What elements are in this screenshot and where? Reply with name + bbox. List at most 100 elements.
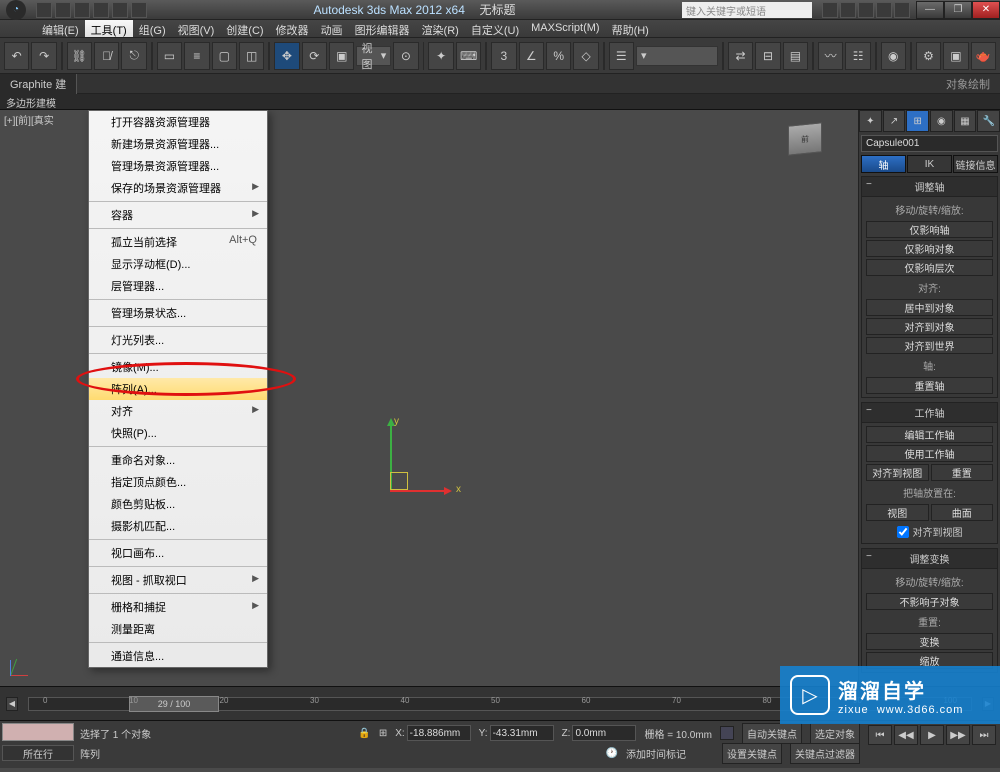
menu-tools[interactable]: 工具(T) [85,20,133,37]
subtab-linkinfo[interactable]: 链接信息 [953,155,998,173]
mi-layer-manager[interactable]: 层管理器... [89,275,267,297]
autokey-button[interactable]: 自动关键点 [742,723,802,744]
schematic-icon[interactable]: ☷ [845,42,870,70]
setkey-button[interactable]: 设置关键点 [722,743,782,764]
mi-viewport-canvas[interactable]: 视口画布... [89,542,267,564]
manipulate-icon[interactable]: ✦ [428,42,453,70]
viewcube-face[interactable]: 前 [788,122,822,156]
tab-motion-icon[interactable]: ◉ [930,110,953,132]
graphite-tab[interactable]: Graphite 建 [0,74,77,94]
mi-camera-match[interactable]: 摄影机匹配... [89,515,267,537]
gizmo-x-axis[interactable] [390,490,450,492]
trackbar-swatch[interactable] [2,723,74,741]
snap-icon[interactable]: 3 [491,42,516,70]
keyboard-icon[interactable]: ⌨ [456,42,481,70]
btn-dont-affect-children[interactable]: 不影响子对象 [866,593,993,610]
mi-new-scene-explorer[interactable]: 新建场景资源管理器... [89,133,267,155]
mi-open-container[interactable]: 打开容器资源管理器 [89,111,267,133]
menu-edit[interactable]: 编辑(E) [36,20,85,37]
unlink-icon[interactable]: ⛓̸ [94,42,119,70]
angle-snap-icon[interactable]: ∠ [519,42,544,70]
btn-affect-pivot[interactable]: 仅影响轴 [866,221,993,238]
mi-container[interactable]: 容器▶ [89,204,267,226]
coord-z-input[interactable] [572,725,636,741]
maximize-button[interactable]: ❐ [944,1,972,19]
tab-utilities-icon[interactable]: 🔧 [977,110,1000,132]
checkbox-align-view[interactable]: 对齐到视图 [866,523,993,540]
app-icon[interactable]: ◔ [6,0,26,20]
subtab-ik[interactable]: IK [907,155,952,173]
select-rect-icon[interactable]: ▢ [212,42,237,70]
rotate-icon[interactable]: ⟳ [302,42,327,70]
menu-help[interactable]: 帮助(H) [606,20,655,37]
tab-modify-icon[interactable]: ↗ [883,110,906,132]
btn-reset[interactable]: 重置 [931,464,994,481]
viewport[interactable]: [+][前][真实 前 y x 打开容器资源管理器 新建场景资源管理器... 管… [0,110,858,686]
undo-icon[interactable]: ↶ [4,42,29,70]
spinner-snap-icon[interactable]: ◇ [573,42,598,70]
redo-icon[interactable]: ↷ [31,42,56,70]
select-icon[interactable]: ▭ [157,42,182,70]
btn-align-object[interactable]: 对齐到对象 [866,318,993,335]
next-frame-icon[interactable]: ▶▶ [946,725,970,745]
menu-group[interactable]: 组(G) [133,20,172,37]
menu-customize[interactable]: 自定义(U) [465,20,525,37]
layers-icon[interactable]: ▤ [783,42,808,70]
render-icon[interactable]: 🫖 [971,42,996,70]
menu-modifiers[interactable]: 修改器 [270,20,315,37]
pivot-icon[interactable]: ⊙ [393,42,418,70]
mi-color-clipboard[interactable]: 颜色剪贴板... [89,493,267,515]
bind-icon[interactable]: ⎋ [121,42,146,70]
goto-start-icon[interactable]: ⏮ [868,725,892,745]
infocenter-icon[interactable] [822,2,838,18]
mi-light-lister[interactable]: 灯光列表... [89,329,267,351]
btn-align-view[interactable]: 对齐到视图 [866,464,929,481]
refcoord-dropdown[interactable]: 视图 ▾ [356,46,391,66]
mi-rename[interactable]: 重命名对象... [89,449,267,471]
help-icon[interactable] [894,2,910,18]
mirror-icon[interactable]: ⇄ [728,42,753,70]
menu-views[interactable]: 视图(V) [172,20,221,37]
qat-new-icon[interactable] [36,2,52,18]
tab-hierarchy-icon[interactable]: ⊞ [906,110,929,132]
minimize-button[interactable]: — [916,1,944,19]
move-icon[interactable]: ✥ [274,42,299,70]
key-icon[interactable] [720,726,734,740]
btn-center-object[interactable]: 居中到对象 [866,299,993,316]
object-name-field[interactable]: Capsule001 [861,135,998,152]
named-selection-dropdown[interactable]: ▾ [636,46,718,66]
mi-grid-snap[interactable]: 栅格和捕捉▶ [89,596,267,618]
exchange-icon[interactable] [858,2,874,18]
mi-snapshot[interactable]: 快照(P)... [89,422,267,444]
btn-affect-object[interactable]: 仅影响对象 [866,240,993,257]
scale-icon[interactable]: ▣ [329,42,354,70]
timeline-prev-icon[interactable]: ◀ [6,697,18,711]
mi-manage-scene-explorer[interactable]: 管理场景资源管理器... [89,155,267,177]
qat-undo-icon[interactable] [93,2,109,18]
menu-animation[interactable]: 动画 [315,20,349,37]
align-icon[interactable]: ⊟ [755,42,780,70]
material-icon[interactable]: ◉ [881,42,906,70]
named-sel-icon[interactable]: ☰ [609,42,634,70]
select-name-icon[interactable]: ≡ [184,42,209,70]
menu-graph[interactable]: 图形编辑器 [349,20,416,37]
link-icon[interactable]: ⛓ [67,42,92,70]
prev-frame-icon[interactable]: ◀◀ [894,725,918,745]
polymodel-label[interactable]: 多边形建模 [0,94,62,109]
mi-array[interactable]: 阵列(A)... [89,378,267,400]
tab-create-icon[interactable]: ✦ [859,110,882,132]
close-button[interactable]: ✕ [972,1,1000,19]
percent-snap-icon[interactable]: % [546,42,571,70]
qat-redo-icon[interactable] [112,2,128,18]
btn-use-work-pivot[interactable]: 使用工作轴 [866,445,993,462]
keyfilter-button[interactable]: 关键点过滤器 [790,743,860,764]
goto-end-icon[interactable]: ⏭ [972,725,996,745]
qat-open-icon[interactable] [55,2,71,18]
window-crossing-icon[interactable]: ◫ [239,42,264,70]
tab-display-icon[interactable]: ▦ [954,110,977,132]
favorites-icon[interactable] [876,2,892,18]
menu-maxscript[interactable]: MAXScript(M) [525,20,605,37]
render-frame-icon[interactable]: ▣ [943,42,968,70]
play-icon[interactable]: ▶ [920,725,944,745]
coord-mode-icon[interactable]: ⊞ [379,728,387,739]
